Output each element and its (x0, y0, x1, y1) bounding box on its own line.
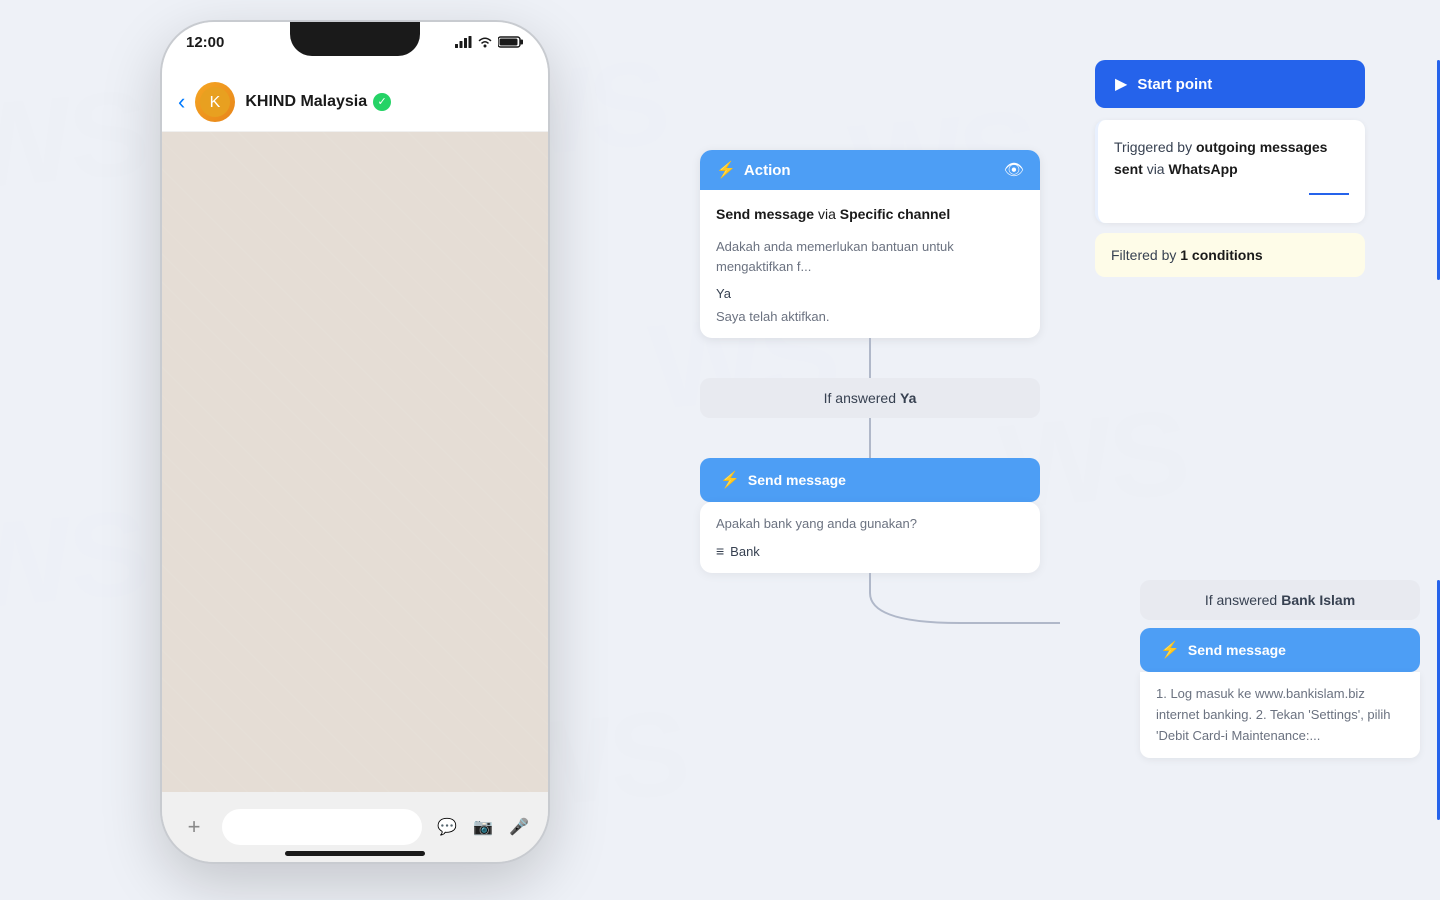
action-lightning-icon: ⚡ (716, 160, 736, 180)
action-header: ⚡ Action 👁 (700, 150, 1040, 190)
send-message-body-text: 1. Log masuk ke www.bankislam.biz intern… (1156, 686, 1391, 743)
svg-text:K: K (210, 94, 221, 111)
trigger-card: Triggered by outgoing messages sent via … (1095, 120, 1365, 223)
trigger-via: via (1147, 161, 1169, 177)
contact-info: KHIND Malaysia ✓ (245, 93, 532, 111)
verified-check-icon: ✓ (378, 95, 387, 108)
action-header-left: ⚡ Action (716, 160, 791, 180)
chat-background (162, 132, 548, 792)
send-lightning-right-icon: ⚡ (1160, 640, 1180, 660)
signal-icon (455, 36, 472, 48)
top-spacer (680, 130, 1060, 150)
verified-badge: ✓ (373, 93, 391, 111)
curved-connector-area (680, 573, 1060, 633)
chat-area (162, 132, 548, 792)
mic-icon[interactable]: 🎤 (506, 814, 532, 840)
back-button[interactable]: ‹ (178, 89, 185, 115)
reply-ya: Ya (716, 286, 1024, 301)
battery-icon (498, 36, 524, 48)
send-message-label: Send message (748, 472, 846, 488)
start-point-label: Start point (1137, 76, 1212, 93)
filter-bold: 1 conditions (1180, 247, 1262, 263)
eye-icon[interactable]: 👁 (1004, 160, 1024, 180)
camera-icon[interactable]: 📷 (470, 814, 496, 840)
flow-diagram: ⚡ Action 👁 Send message via Specific cha… (680, 130, 1060, 633)
action-card[interactable]: ⚡ Action 👁 Send message via Specific cha… (700, 150, 1040, 338)
trigger-divider (1309, 193, 1349, 195)
list-icon: ≡ (716, 543, 724, 559)
message-preview: Adakah anda memerlukan bantuan untuk men… (716, 237, 1024, 276)
filter-prefix: Filtered by (1111, 247, 1176, 263)
connector-2 (869, 418, 871, 458)
reply-saya: Saya telah aktifkan. (716, 309, 1024, 324)
start-point-icon: ▶ (1115, 74, 1127, 94)
connector-1 (869, 338, 871, 378)
input-icons: 💬 📷 🎤 (434, 814, 532, 840)
contact-avatar: K (195, 82, 235, 122)
contact-name: KHIND Malaysia (245, 93, 367, 111)
channel-bold: Specific channel (840, 206, 950, 222)
send-message-card[interactable]: ⚡ Send message (700, 458, 1040, 502)
start-point-button[interactable]: ▶ Start point (1095, 60, 1365, 108)
trigger-text-1: Triggered by (1114, 139, 1192, 155)
bank-tag: ≡ Bank (716, 543, 1024, 559)
if-answered-ya-bold: Ya (900, 390, 916, 406)
curve-svg (680, 573, 1060, 633)
send-message-info: Send message via Specific channel (716, 204, 1024, 225)
plus-icon[interactable]: + (178, 811, 210, 843)
if-answered-bank-islam-card[interactable]: If answered Bank Islam (1140, 580, 1420, 620)
second-message-card: Apakah bank yang anda gunakan? ≡ Bank (700, 502, 1040, 573)
trigger-bold-2: WhatsApp (1168, 161, 1237, 177)
home-indicator (285, 851, 425, 856)
bank-label: Bank (730, 544, 760, 559)
status-time: 12:00 (186, 32, 224, 51)
action-body: Send message via Specific channel Adakah… (700, 190, 1040, 338)
right-panel: ▶ Start point Triggered by outgoing mess… (1075, 60, 1385, 277)
status-icons (455, 32, 524, 48)
phone-mockup: 12:00 (160, 20, 550, 880)
chat-icon[interactable]: 💬 (434, 814, 460, 840)
send-message-right-body: 1. Log masuk ke www.bankislam.biz intern… (1140, 672, 1420, 758)
send-message-right-label: Send message (1188, 642, 1286, 658)
bank-question: Apakah bank yang anda gunakan? (716, 516, 1024, 531)
message-input[interactable] (222, 809, 422, 845)
phone-frame: 12:00 (160, 20, 550, 864)
right-panel-bottom: If answered Bank Islam ⚡ Send message 1.… (1120, 580, 1440, 758)
if-answered-right-prefix: If answered (1205, 592, 1277, 608)
send-message-bold: Send message (716, 206, 814, 222)
send-lightning-icon: ⚡ (720, 470, 740, 490)
action-title: Action (744, 162, 791, 179)
wifi-icon (477, 36, 493, 48)
send-message-right-card[interactable]: ⚡ Send message (1140, 628, 1420, 672)
phone-notch (290, 22, 420, 56)
if-answered-prefix: If answered (824, 390, 896, 406)
filter-card: Filtered by 1 conditions (1095, 233, 1365, 277)
second-message-body: Apakah bank yang anda gunakan? ≡ Bank (700, 502, 1040, 573)
if-answered-bank-bold: Bank Islam (1281, 592, 1355, 608)
whatsapp-header: ‹ K KHIND Malaysia ✓ (162, 72, 548, 132)
via-text: via (818, 206, 840, 222)
if-answered-ya-card[interactable]: If answered Ya (700, 378, 1040, 418)
